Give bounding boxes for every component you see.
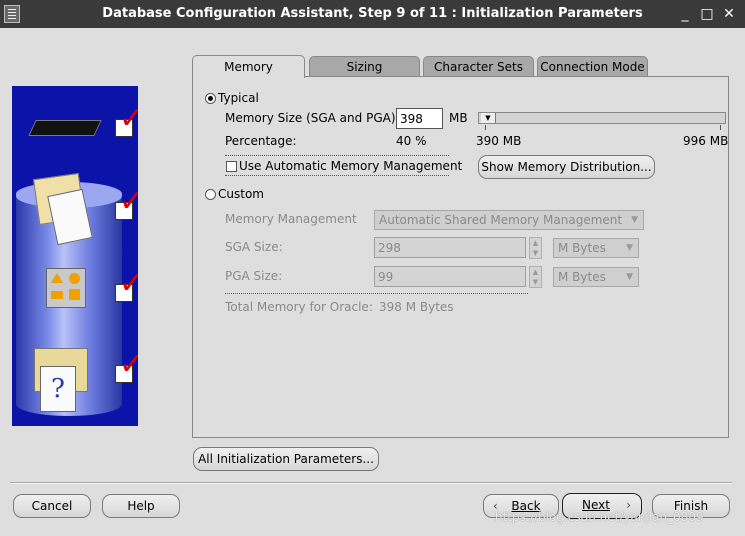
typical-label: Typical	[218, 91, 259, 105]
auto-memory-label: Use Automatic Memory Management	[239, 159, 463, 173]
shapes-icon	[46, 268, 86, 308]
typical-radio[interactable]	[205, 93, 216, 104]
slider-max-label: 996 MB	[683, 134, 729, 148]
pga-unit-select[interactable]: M Bytes ▼	[553, 267, 639, 287]
show-memory-distribution-button[interactable]: Show Memory Distribution...	[478, 155, 655, 179]
sga-size-label: SGA Size:	[225, 240, 283, 254]
auto-memory-checkbox[interactable]	[226, 161, 237, 172]
custom-label: Custom	[218, 187, 264, 201]
pga-size-input[interactable]: 99	[374, 266, 526, 287]
window-title: Database Configuration Assistant, Step 9…	[102, 6, 643, 21]
pga-size-label: PGA Size:	[225, 269, 283, 283]
tab-sizing[interactable]: Sizing	[309, 56, 420, 76]
check-icon: ✓	[119, 347, 138, 382]
maximize-button[interactable]: □	[697, 4, 717, 24]
sga-size-input[interactable]: 298	[374, 237, 526, 258]
tab-memory[interactable]: Memory	[192, 55, 305, 78]
cancel-button[interactable]: Cancel	[13, 494, 91, 518]
tab-character-sets[interactable]: Character Sets	[423, 56, 534, 76]
slider-min-label: 390 MB	[476, 134, 522, 148]
check-icon: ✓	[119, 101, 138, 136]
memory-size-slider[interactable]: ▼	[478, 112, 726, 124]
help-button[interactable]: Help	[102, 494, 180, 518]
total-memory-value: 398 M Bytes	[379, 300, 454, 314]
custom-radio[interactable]	[205, 189, 216, 200]
chevron-down-icon: ▼	[626, 272, 633, 282]
pga-size-spinner[interactable]: ▲ ▼	[529, 266, 542, 288]
minimize-button[interactable]: _	[675, 4, 695, 24]
check-icon: ✓	[119, 266, 138, 301]
sga-unit-select[interactable]: M Bytes ▼	[553, 238, 639, 258]
footer-separator	[10, 482, 732, 484]
check-icon: ✓	[119, 184, 138, 219]
chevron-down-icon: ▼	[626, 243, 633, 253]
tab-connection-mode[interactable]: Connection Mode	[537, 56, 648, 76]
memory-size-input[interactable]: 398	[396, 108, 443, 129]
memory-management-select[interactable]: Automatic Shared Memory Management ▼	[374, 210, 644, 230]
title-bar: Database Configuration Assistant, Step 9…	[0, 0, 745, 28]
chevron-down-icon: ▼	[631, 215, 638, 225]
close-button[interactable]: ✕	[719, 4, 739, 24]
slider-thumb[interactable]: ▼	[481, 113, 496, 123]
watermark-text: https://blog.csdn.net/yanjian_0809	[495, 510, 704, 524]
memory-management-label: Memory Management	[225, 212, 357, 226]
percentage-label: Percentage:	[225, 134, 297, 148]
total-memory-label: Total Memory for Oracle:	[225, 300, 373, 314]
percentage-value: 40 %	[396, 134, 427, 148]
chip-icon	[28, 120, 102, 136]
memory-size-unit: MB	[449, 111, 468, 125]
sga-size-spinner[interactable]: ▲ ▼	[529, 237, 542, 259]
all-initialization-parameters-button[interactable]: All Initialization Parameters...	[193, 447, 379, 471]
wizard-illustration: ? ✓ ✓ ✓ ✓	[12, 86, 138, 426]
memory-size-label: Memory Size (SGA and PGA):	[225, 111, 400, 125]
